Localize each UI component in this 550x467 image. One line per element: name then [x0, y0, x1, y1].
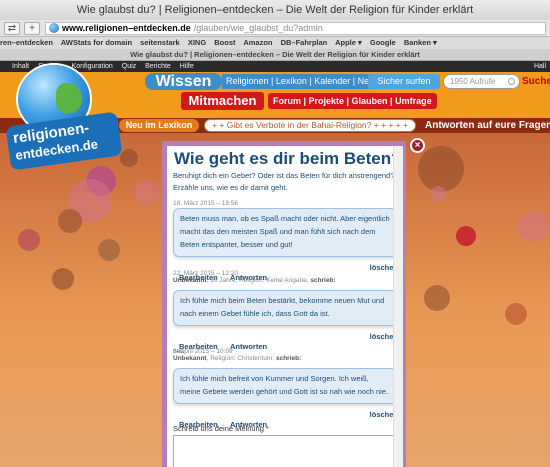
modal-subtitle: Beruhigt dich ein Gebet? Oder ist das Be… — [173, 171, 395, 192]
address-bar-row: ⇄ + www.religionen–entdecken.de/glauben/… — [0, 20, 550, 37]
comment-entry: 22. März 2015 – 12:20 Unbekannt, 16 Jahr… — [173, 270, 398, 355]
land-icon — [56, 83, 82, 113]
nav-mitmachen-links[interactable]: Forum | Projekte | Glauben | Umfrage — [268, 93, 437, 109]
question-bubble-icon — [98, 239, 120, 261]
comment-entry: 18. März 2015 – 19:56 Beten muss man, ob… — [173, 200, 398, 282]
url-path: /glauben/wie_glaubst_du?admin — [193, 23, 323, 33]
opinion-label-text: Schreib uns deine Meinung — [173, 424, 264, 433]
comment-entry: 8. April 2015 – 10:09 Unbekannt, Religio… — [173, 348, 398, 429]
question-bubble-icon — [456, 226, 476, 246]
bookmark-item[interactable]: seitenstark — [140, 38, 180, 47]
admin-item-hilfe[interactable]: Hilfe — [180, 63, 194, 70]
modal-title: Wie geht es dir beim Beten? — [174, 149, 402, 168]
bookmark-item[interactable]: Banken ▾ — [404, 38, 437, 47]
comment-said: schrieb: — [275, 355, 302, 362]
antworten-auf-eure-fragen-link[interactable]: Antworten auf eure Fragen — [425, 119, 550, 132]
globe-icon — [49, 23, 59, 33]
views-count: 1950 Aufrufe — [450, 77, 496, 86]
news-ticker[interactable]: + + Gibt es Verbote in der Bahai-Religio… — [204, 119, 416, 132]
required-mark: * — [266, 424, 269, 433]
sicher-surfen-button[interactable]: Sicher surfen — [368, 74, 440, 89]
admin-item-berichte[interactable]: Berichte — [145, 63, 171, 70]
comment-date: 8. April 2015 – 10:09 — [173, 348, 233, 355]
close-icon[interactable]: × — [410, 138, 425, 153]
neu-im-lexikon-label: Neu im Lexikon — [119, 119, 199, 132]
question-bubble-icon — [58, 209, 82, 233]
comment-meta: , Religion: Christentum, — [206, 355, 275, 362]
admin-item-right[interactable]: Hall — [534, 61, 546, 72]
bookmark-item[interactable]: Google — [370, 38, 396, 47]
nav-wissen[interactable]: Wissen — [145, 73, 222, 90]
opinion-textarea[interactable] — [173, 435, 397, 467]
comment-author: Unbekannt — [173, 355, 207, 362]
nav-wissen-links[interactable]: Religionen | Lexikon | Kalender | News — [222, 74, 385, 89]
bookmark-item[interactable]: Boost — [214, 38, 235, 47]
comment-author-line: Unbekannt, Religion: Christentum, schrie… — [173, 355, 398, 362]
question-bubble-icon — [430, 186, 446, 202]
nav-mitmachen[interactable]: Mitmachen — [181, 92, 264, 110]
bookmark-item[interactable]: DB–Fahrplan — [281, 38, 328, 47]
comment-date: 22. März 2015 – 12:20 — [173, 270, 239, 277]
question-bubble-icon — [18, 229, 40, 251]
admin-item-inhalt[interactable]: Inhalt — [12, 63, 29, 70]
bookmark-item[interactable]: XING — [188, 38, 206, 47]
back-button[interactable]: ⇄ — [4, 21, 20, 35]
views-counter: 1950 Aufrufe — [443, 74, 520, 89]
bookmark-item[interactable]: Amazon — [243, 38, 272, 47]
admin-item-konfiguration[interactable]: Konfiguration — [72, 63, 113, 70]
question-bubble-icon — [424, 285, 450, 311]
question-bubble-icon — [418, 146, 464, 192]
bookmark-item[interactable]: ren–entdecken — [0, 38, 53, 47]
comment-message: Ich fühle mich befreit von Kummer und So… — [173, 368, 398, 404]
search-icon[interactable] — [508, 78, 515, 85]
comment-author-line: Unbekannt, 16 Jahre, Religion: Keine Ang… — [173, 277, 398, 284]
comment-said: schrieb: — [310, 277, 336, 284]
bookmark-item[interactable]: AWStats for domain — [61, 38, 132, 47]
modal-scrollbar[interactable] — [393, 146, 403, 467]
window-title: Wie glaubst du? | Religionen–entdecken –… — [0, 0, 550, 20]
url-field[interactable]: www.religionen–entdecken.de/glauben/wie_… — [45, 21, 546, 35]
url-host: www.religionen–entdecken.de — [62, 23, 191, 33]
opinion-label: Schreib uns deine Meinung * — [173, 424, 269, 433]
question-bubble-icon — [518, 211, 548, 241]
admin-toolbar: Inhalt Struktur Konfiguration Quiz Beric… — [0, 61, 550, 72]
bookmarks-bar: ren–entdecken AWStats for domain seitens… — [0, 37, 550, 49]
tab-title[interactable]: Wie glaubst du? | Religionen–entdecken –… — [0, 49, 550, 61]
bookmark-item[interactable]: Apple ▾ — [335, 38, 362, 47]
comment-meta: , 16 Jahre, Religion: Keine Angabe, — [206, 277, 309, 284]
search-link[interactable]: Suchen — [522, 74, 550, 89]
question-bubble-icon — [52, 268, 74, 290]
comment-date: 18. März 2015 – 19:56 — [173, 200, 239, 207]
question-bubble-icon — [134, 179, 160, 205]
comment-modal: Wie geht es dir beim Beten? Beruhigt dic… — [162, 141, 406, 467]
new-tab-button[interactable]: + — [24, 21, 40, 35]
admin-item-quiz[interactable]: Quiz — [122, 63, 136, 70]
comment-message: Ich fühle mich beim Beten bestärkt, beko… — [173, 290, 398, 326]
comment-author: Unbekannt — [173, 277, 207, 284]
comment-message: Beten muss man, ob es Spaß macht oder ni… — [173, 208, 398, 257]
question-bubble-icon — [505, 303, 527, 325]
question-bubble-icon — [120, 149, 138, 167]
comment-actions: löschen Bearbeiten Antworten — [173, 332, 398, 351]
